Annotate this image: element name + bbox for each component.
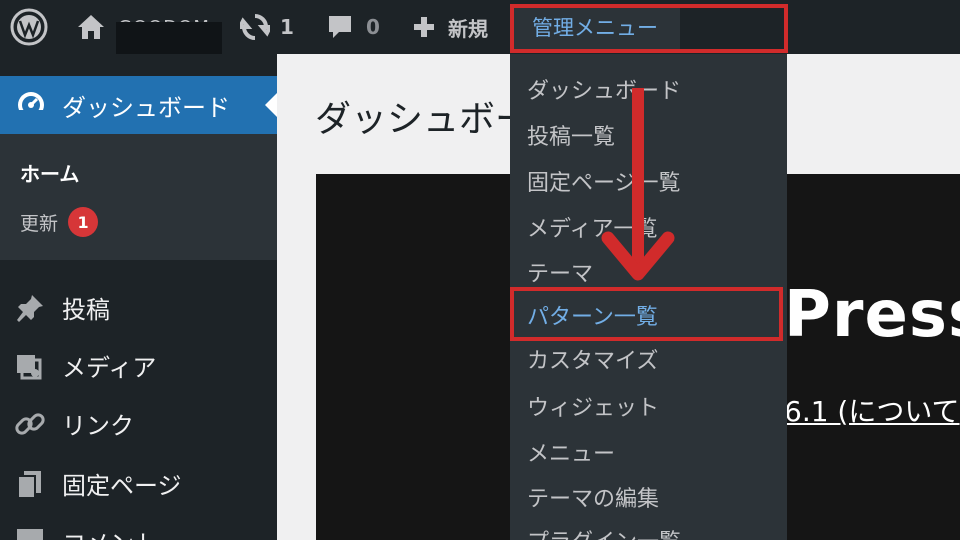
submenu-label: 更新	[20, 212, 59, 235]
dashboard-submenu	[0, 134, 277, 260]
dropdown-item-theme-editor[interactable]: テーマの編集	[527, 481, 659, 513]
sidebar-item-label: ダッシュボード	[62, 93, 230, 122]
sidebar-item-label: コメント	[62, 524, 158, 540]
pages-icon	[17, 470, 41, 499]
sidebar-item-label: リンク	[62, 412, 134, 440]
submenu-item-updates[interactable]: 更新 1	[20, 207, 99, 237]
annotation-box-admin-menu	[510, 4, 788, 53]
annotation-box-patterns	[510, 287, 783, 341]
sidebar-item-pages[interactable]: 固定ページ	[14, 466, 182, 501]
comments-count: 0	[366, 15, 380, 39]
wordpress-logo-icon[interactable]	[10, 0, 48, 54]
comments-link[interactable]: 0	[326, 0, 380, 54]
home-icon	[78, 15, 104, 39]
plus-icon	[414, 17, 434, 37]
current-menu-arrow	[265, 93, 277, 117]
dashboard-gauge-icon	[18, 92, 44, 118]
sidebar-item-dashboard[interactable]: ダッシュボード	[0, 76, 277, 134]
new-content-link[interactable]: 新規	[412, 0, 488, 54]
dropdown-item-widgets[interactable]: ウィジェット	[527, 390, 659, 422]
updates-count: 1	[280, 15, 294, 39]
sidebar-item-comments[interactable]: コメント	[14, 524, 158, 540]
welcome-heading: Press	[784, 278, 960, 352]
submenu-item-home[interactable]: ホーム	[20, 158, 79, 187]
sidebar-item-posts[interactable]: 投稿	[14, 290, 110, 325]
updates-link[interactable]: 1	[240, 0, 294, 54]
sidebar-item-label: 固定ページ	[62, 472, 182, 500]
about-version-link[interactable]: 6.1 (について	[784, 390, 960, 430]
link-icon	[15, 412, 45, 435]
comment-icon	[17, 528, 43, 540]
sidebar-item-links[interactable]: リンク	[14, 406, 134, 441]
sidebar-item-media[interactable]: メディア	[14, 348, 156, 383]
dropdown-item-plugins[interactable]: プラグイン一覧	[527, 524, 681, 540]
down-arrow-icon	[601, 88, 675, 281]
updates-icon	[240, 14, 270, 40]
dropdown-item-menus[interactable]: メニュー	[527, 436, 615, 468]
media-icon	[17, 354, 42, 379]
dropdown-item-customize[interactable]: カスタマイズ	[527, 343, 658, 375]
update-count-badge: 1	[68, 207, 99, 237]
new-label: 新規	[448, 16, 488, 41]
comment-icon	[329, 16, 351, 38]
sidebar-item-label: メディア	[62, 354, 157, 382]
pin-icon	[17, 294, 43, 322]
sidebar-item-label: 投稿	[62, 296, 110, 324]
dropdown-item-themes[interactable]: テーマ	[527, 256, 593, 288]
